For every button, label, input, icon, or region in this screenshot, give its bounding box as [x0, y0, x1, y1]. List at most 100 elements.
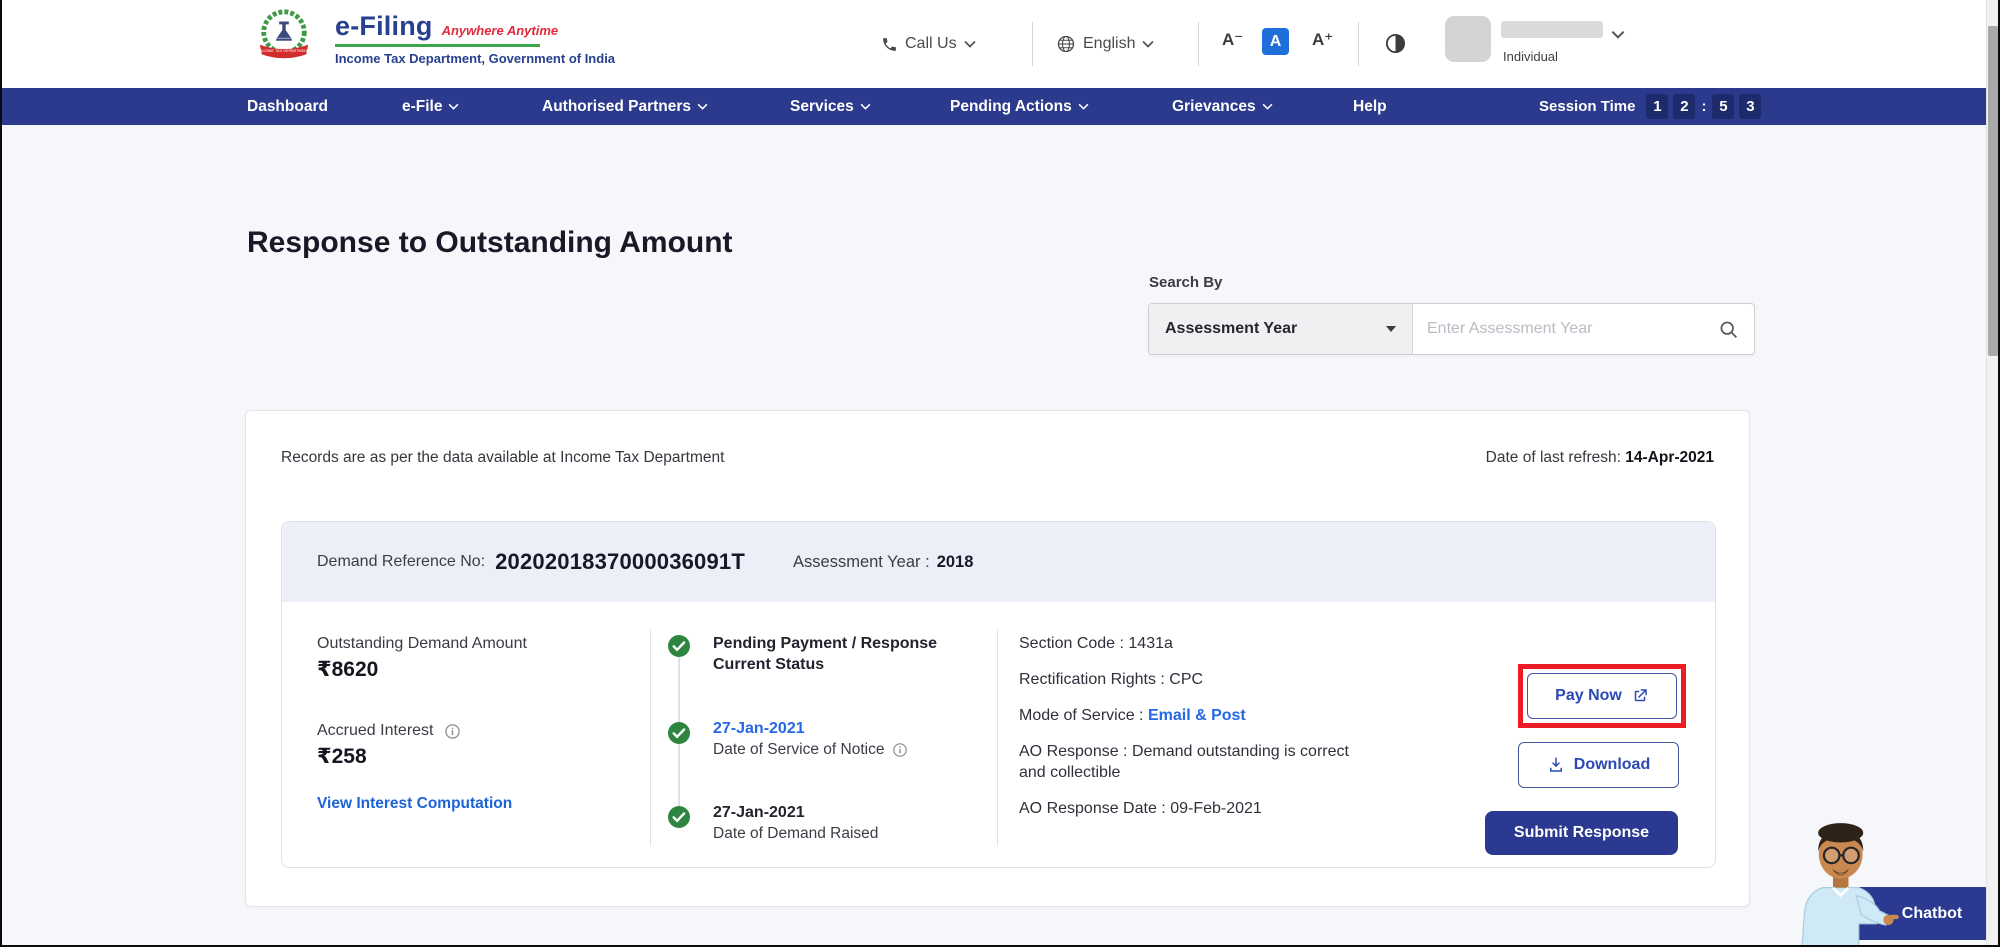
demand-raised-label: Date of Demand Raised: [713, 823, 878, 845]
chevron-down-icon: [697, 103, 708, 110]
chatbot-label: Chatbot: [1902, 905, 1962, 923]
nav-item-help[interactable]: Help: [1353, 88, 1387, 125]
timeline-status-line2: Current Status: [713, 654, 937, 675]
details-column: Section Code : 1431a Rectification Right…: [1019, 633, 1351, 834]
header-divider: [1032, 22, 1033, 66]
chevron-down-icon: [860, 103, 871, 110]
user-type-label: Individual: [1503, 49, 1558, 64]
search-type-selected: Assessment Year: [1165, 320, 1386, 338]
assessment-year-value: 2018: [937, 553, 974, 572]
detail-mode-of-service: Mode of Service : Email & Post: [1019, 705, 1351, 726]
brand-name: e-Filing: [335, 11, 433, 42]
session-time-label: Session Time: [1539, 98, 1635, 115]
session-digit: 2: [1673, 94, 1695, 119]
header-divider: [1358, 22, 1359, 66]
check-circle-icon: [667, 805, 691, 829]
info-icon[interactable]: [892, 742, 908, 758]
detail-ao-response: AO Response : Demand outstanding is corr…: [1019, 741, 1351, 783]
brand-block: e-Filing Anywhere Anytime Income Tax Dep…: [335, 11, 615, 66]
demand-ref-number: 2020201837000036091T: [495, 549, 745, 575]
emblem-ribbon-text: INCOME TAX DEPARTMENT: [259, 49, 311, 53]
font-normal-button[interactable]: A: [1262, 28, 1289, 55]
chatbot-assistant-illustration: [1782, 818, 1902, 947]
detail-ao-response-date: AO Response Date : 09-Feb-2021: [1019, 798, 1351, 819]
page-title: Response to Outstanding Amount: [247, 226, 733, 260]
timeline-item-service-of-notice: 27-Jan-2021 Date of Service of Notice: [713, 718, 908, 761]
font-decrease-button[interactable]: A⁻: [1222, 30, 1243, 50]
session-digit: 1: [1646, 94, 1668, 119]
nav-item-pending-actions[interactable]: Pending Actions: [950, 88, 1089, 125]
service-of-notice-date-link[interactable]: 27-Jan-2021: [713, 720, 805, 737]
nav-label: e-File: [402, 98, 442, 116]
demand-raised-date: 27-Jan-2021: [713, 802, 878, 823]
scrollbar-track[interactable]: [1986, 0, 1998, 947]
pay-now-button[interactable]: Pay Now: [1527, 673, 1677, 719]
view-interest-computation-link[interactable]: View Interest Computation: [317, 795, 512, 813]
search-icon: [1718, 319, 1739, 340]
status-timeline: Pending Payment / Response Current Statu…: [667, 634, 989, 864]
detail-rectification-rights: Rectification Rights : CPC: [1019, 669, 1351, 690]
search-button[interactable]: [1702, 304, 1754, 354]
detail-label: AO Response Date :: [1019, 800, 1166, 817]
chevron-down-icon: [1262, 103, 1273, 110]
demand-ref-label: Demand Reference No:: [317, 553, 485, 571]
language-menu[interactable]: English: [1056, 0, 1154, 88]
contrast-toggle-button[interactable]: [1384, 32, 1407, 60]
submit-response-button[interactable]: Submit Response: [1485, 811, 1678, 855]
caret-down-icon: [1386, 326, 1396, 332]
nav-label: Authorised Partners: [542, 98, 691, 116]
demand-body: Outstanding Demand Amount ₹8620 Accrued …: [282, 602, 1715, 868]
nav-item-authorised-partners[interactable]: Authorised Partners: [542, 88, 708, 125]
chevron-down-icon: [1142, 40, 1154, 48]
user-menu-button[interactable]: [1611, 26, 1625, 44]
check-circle-icon: [667, 721, 691, 745]
call-us-menu[interactable]: Call Us: [881, 0, 976, 88]
last-refresh-label: Date of last refresh:: [1486, 449, 1621, 466]
search-type-dropdown[interactable]: Assessment Year: [1149, 304, 1413, 354]
detail-label: Rectification Rights :: [1019, 671, 1165, 688]
last-refresh-date: 14-Apr-2021: [1625, 449, 1714, 466]
user-avatar[interactable]: [1445, 16, 1491, 62]
nav-label: Services: [790, 98, 854, 116]
nav-label: Pending Actions: [950, 98, 1072, 116]
records-note: Records are as per the data available at…: [281, 449, 724, 467]
timeline-item-current-status: Pending Payment / Response Current Statu…: [713, 633, 937, 675]
external-link-icon: [1631, 687, 1649, 705]
nav-item-grievances[interactable]: Grievances: [1172, 88, 1273, 125]
assessment-year-label: Assessment Year :: [793, 553, 930, 572]
nav-item-services[interactable]: Services: [790, 88, 871, 125]
contrast-icon: [1384, 32, 1407, 55]
call-us-label: Call Us: [905, 35, 957, 53]
chevron-down-icon: [1611, 30, 1625, 39]
detail-label: Section Code :: [1019, 635, 1124, 652]
nav-label: Dashboard: [247, 98, 328, 116]
globe-icon: [1056, 34, 1076, 54]
accrued-interest-label: Accrued Interest: [317, 722, 434, 740]
brand-department: Income Tax Department, Government of Ind…: [335, 51, 615, 66]
service-of-notice-label: Date of Service of Notice: [713, 739, 884, 761]
nav-item-e-file[interactable]: e-File: [402, 88, 459, 125]
nav-item-dashboard[interactable]: Dashboard: [247, 88, 328, 125]
detail-section-code: Section Code : 1431a: [1019, 633, 1351, 654]
scrollbar-thumb[interactable]: [1988, 26, 1998, 356]
info-icon[interactable]: [444, 723, 461, 740]
header-divider: [1198, 22, 1199, 66]
session-colon: :: [1701, 98, 1706, 115]
top-header: INCOME TAX DEPARTMENT e-Filing Anywhere …: [0, 0, 2000, 88]
column-divider: [650, 630, 651, 846]
outstanding-amount-value: ₹8620: [317, 657, 627, 682]
download-icon: [1547, 756, 1565, 774]
phone-icon: [881, 36, 898, 53]
search-input[interactable]: [1413, 304, 1702, 354]
chevron-down-icon: [1078, 103, 1089, 110]
income-tax-emblem-logo: INCOME TAX DEPARTMENT: [255, 7, 313, 65]
last-refresh: Date of last refresh: 14-Apr-2021: [1486, 449, 1714, 467]
chevron-down-icon: [964, 40, 976, 48]
detail-value: 1431a: [1128, 635, 1173, 652]
outstanding-amount-label: Outstanding Demand Amount: [317, 635, 627, 653]
download-button[interactable]: Download: [1518, 742, 1679, 788]
demand-header: Demand Reference No: 2020201837000036091…: [282, 522, 1715, 602]
detail-value: Email & Post: [1148, 707, 1246, 724]
column-divider: [997, 630, 998, 846]
font-increase-button[interactable]: A⁺: [1312, 30, 1333, 50]
